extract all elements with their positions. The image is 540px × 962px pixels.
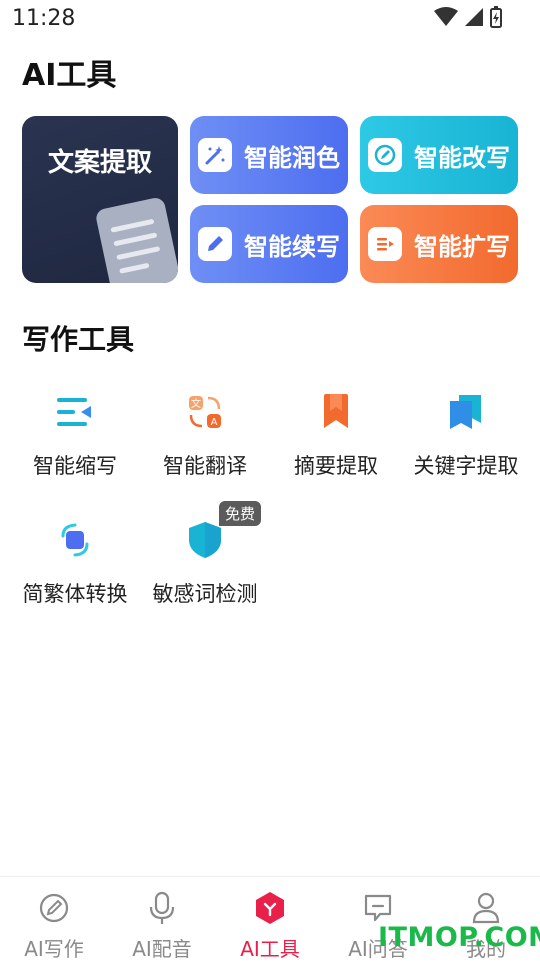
wifi-icon [434, 7, 458, 26]
tool-simp-trad-convert[interactable]: 简繁体转换 [10, 518, 140, 608]
shrink-lines-icon [10, 390, 140, 434]
tool-sensitive-word-check[interactable]: 敏感词检测 [140, 518, 270, 608]
tool-label: 智能翻译 [163, 454, 247, 478]
nav-label: AI配音 [132, 937, 192, 961]
nav-ai-dubbing[interactable]: AI配音 [108, 891, 216, 962]
smart-expand-label: 智能扩写 [414, 232, 510, 261]
smart-continue-card[interactable]: 智能续写 [190, 205, 348, 283]
pen-circle-icon [0, 891, 108, 925]
magic-wand-icon [198, 138, 232, 172]
tool-keyword-extract[interactable]: 关键字提取 [401, 390, 531, 480]
microphone-icon [108, 891, 216, 925]
nav-label: AI工具 [240, 937, 300, 961]
translate-icon: 文 A [140, 390, 270, 434]
text-extract-label: 文案提取 [47, 148, 152, 178]
writing-tools-title: 写作工具 [22, 323, 135, 356]
pencil-icon [198, 227, 232, 261]
nav-label: AI写作 [24, 937, 84, 961]
watermark: ITMOP.COM [378, 922, 540, 953]
smart-polish-card[interactable]: 智能润色 [190, 116, 348, 194]
page-title: AI工具 [22, 58, 117, 93]
svg-text:文: 文 [191, 397, 201, 410]
convert-icon [10, 518, 140, 562]
tool-summary-extract[interactable]: 摘要提取 [271, 390, 401, 480]
svg-text:A: A [211, 417, 218, 428]
expand-text-icon [368, 227, 402, 261]
smart-rewrite-label: 智能改写 [414, 143, 510, 172]
tool-label: 敏感词检测 [152, 582, 258, 606]
double-bookmark-icon [401, 390, 531, 434]
status-icons [434, 6, 502, 28]
signal-icon [465, 8, 483, 26]
battery-icon [490, 6, 502, 28]
smart-continue-label: 智能续写 [244, 232, 340, 261]
status-bar: 11:28 [0, 0, 540, 38]
tools-hexagon-icon [216, 891, 324, 925]
tool-smart-translate[interactable]: 文 A 智能翻译 [140, 390, 270, 480]
document-icon [96, 198, 178, 283]
smart-rewrite-card[interactable]: 智能改写 [360, 116, 518, 194]
smart-polish-label: 智能润色 [244, 143, 340, 172]
person-icon [432, 891, 540, 925]
tool-label: 摘要提取 [294, 454, 378, 478]
tool-smart-abbreviate[interactable]: 智能缩写 [10, 390, 140, 480]
tool-label: 关键字提取 [413, 454, 519, 478]
tool-label: 简繁体转换 [22, 582, 128, 606]
tool-label: 智能缩写 [33, 454, 117, 478]
smart-expand-card[interactable]: 智能扩写 [360, 205, 518, 283]
text-extract-card[interactable]: 文案提取 [22, 116, 178, 283]
free-badge: 免费 [219, 501, 261, 526]
edit-circle-icon [368, 138, 402, 172]
status-time: 11:28 [12, 6, 76, 31]
chat-icon [324, 891, 432, 925]
nav-ai-tools[interactable]: AI工具 [216, 891, 324, 962]
bookmark-icon [271, 390, 401, 434]
nav-ai-writing[interactable]: AI写作 [0, 891, 108, 962]
